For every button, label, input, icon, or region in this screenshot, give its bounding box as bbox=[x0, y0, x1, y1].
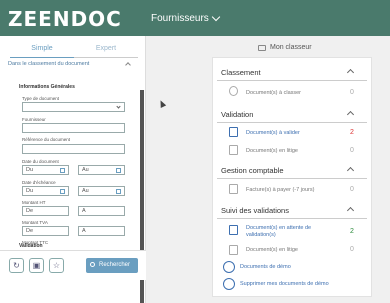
montant-ht-label: Montant HT bbox=[22, 200, 46, 205]
link-documents-demo[interactable]: Documents de démo bbox=[240, 264, 291, 271]
search-icon bbox=[90, 262, 95, 267]
trash-icon[interactable] bbox=[223, 278, 235, 290]
item-factures-a-payer[interactable]: Facture(s) à payer (-7 jours) bbox=[246, 187, 314, 194]
divider bbox=[217, 178, 367, 179]
refresh-icon[interactable]: ↻ bbox=[9, 258, 24, 273]
date-document-from[interactable]: Du bbox=[22, 165, 69, 175]
count-documents-en-litige: 0 bbox=[350, 147, 354, 154]
item-documents-a-valider[interactable]: Document(s) à valider bbox=[246, 130, 300, 137]
chevron-down-icon bbox=[116, 104, 121, 109]
section-label: Dans le classement du document bbox=[8, 61, 90, 67]
type-document-select[interactable] bbox=[22, 102, 125, 112]
tab-expert[interactable]: Expert bbox=[74, 44, 138, 58]
to-placeholder: Au bbox=[82, 188, 89, 194]
date-echeance-from[interactable]: Du bbox=[22, 186, 69, 196]
hourglass-icon bbox=[229, 225, 238, 235]
folder-icon bbox=[258, 45, 266, 51]
balance-icon bbox=[229, 145, 238, 155]
calendar-icon[interactable] bbox=[116, 189, 121, 194]
reference-input[interactable] bbox=[22, 144, 125, 154]
date-document-to[interactable]: Au bbox=[78, 165, 125, 175]
star-icon[interactable]: ☆ bbox=[49, 258, 64, 273]
section-title-classement: Classement bbox=[221, 68, 261, 77]
count-documents-a-valider: 2 bbox=[350, 129, 354, 136]
section-classement-document[interactable]: Dans le classement du document bbox=[8, 61, 132, 73]
divider bbox=[217, 218, 367, 219]
from-placeholder: Du bbox=[26, 167, 34, 173]
montant-tva-label: Montant TVA bbox=[22, 220, 48, 225]
app-logo[interactable]: ZEENDOC bbox=[8, 7, 122, 31]
clipboard-check-icon bbox=[229, 127, 238, 137]
item-documents-en-litige[interactable]: Document(s) en litige bbox=[246, 148, 298, 155]
search-button-label: Rechercher bbox=[99, 262, 131, 268]
top-bar: ZEENDOC Fournisseurs bbox=[0, 0, 390, 36]
montant-tva-from[interactable]: De bbox=[22, 226, 69, 236]
tab-simple[interactable]: Simple bbox=[10, 44, 74, 58]
demo-documents-icon[interactable] bbox=[223, 261, 235, 273]
balance-icon bbox=[229, 245, 238, 255]
calendar-icon[interactable] bbox=[60, 189, 65, 194]
to-placeholder: Au bbox=[82, 167, 89, 173]
count-documents-a-classer: 0 bbox=[350, 89, 354, 96]
item-suivi-documents-en-litige[interactable]: Document(s) en litige bbox=[246, 247, 298, 254]
group-validation[interactable]: Validation bbox=[19, 243, 43, 249]
fournisseur-label: Fournisseur bbox=[22, 117, 46, 122]
divider bbox=[217, 80, 367, 81]
montant-tva-to[interactable]: A bbox=[78, 226, 125, 236]
from-placeholder: De bbox=[26, 228, 34, 234]
count-documents-en-attente: 2 bbox=[350, 228, 354, 235]
search-icon bbox=[229, 86, 238, 96]
save-icon[interactable]: ▣ bbox=[29, 258, 44, 273]
type-document-label: Type de document bbox=[22, 96, 60, 101]
search-button[interactable]: Rechercher bbox=[86, 258, 138, 273]
section-title-validation: Validation bbox=[221, 110, 254, 119]
date-document-label: Date du document bbox=[22, 159, 59, 164]
count-factures-a-payer: 0 bbox=[350, 186, 354, 193]
calendar-icon[interactable] bbox=[116, 168, 121, 173]
from-placeholder: De bbox=[26, 208, 34, 214]
link-supprimer-demo[interactable]: Supprimer mes documents de démo bbox=[240, 281, 329, 288]
section-title-gestion-comptable: Gestion comptable bbox=[221, 166, 284, 175]
group-informations-generales[interactable]: Informations Générales bbox=[19, 84, 75, 90]
montant-ht-to[interactable]: A bbox=[78, 206, 125, 216]
fournisseur-input[interactable] bbox=[22, 123, 125, 133]
date-echeance-to[interactable]: Au bbox=[78, 186, 125, 196]
section-title-suivi-validations: Suivi des validations bbox=[221, 206, 289, 215]
item-documents-en-attente[interactable]: Document(s) en attente de validation(s) bbox=[246, 225, 336, 239]
item-documents-a-classer[interactable]: Document(s) à classer bbox=[246, 90, 301, 97]
module-selector[interactable]: Fournisseurs bbox=[151, 13, 209, 24]
to-placeholder: A bbox=[82, 208, 86, 214]
montant-ht-from[interactable]: De bbox=[22, 206, 69, 216]
sidebar-actions-bar: ↻ ▣ ☆ Rechercher bbox=[0, 250, 146, 280]
chevron-up-icon bbox=[125, 62, 131, 68]
reference-label: Référence du document bbox=[22, 137, 71, 142]
chevron-down-icon[interactable] bbox=[211, 12, 221, 22]
to-placeholder: A bbox=[82, 228, 86, 234]
count-suivi-documents-en-litige: 0 bbox=[350, 246, 354, 253]
divider bbox=[217, 122, 367, 123]
calendar-icon[interactable] bbox=[60, 168, 65, 173]
from-placeholder: Du bbox=[26, 188, 34, 194]
search-mode-tabs: Simple Expert bbox=[10, 44, 138, 58]
date-echeance-label: Date d'échéance bbox=[22, 180, 56, 185]
invoice-icon bbox=[229, 184, 238, 194]
page-title: Mon classeur bbox=[270, 44, 312, 51]
